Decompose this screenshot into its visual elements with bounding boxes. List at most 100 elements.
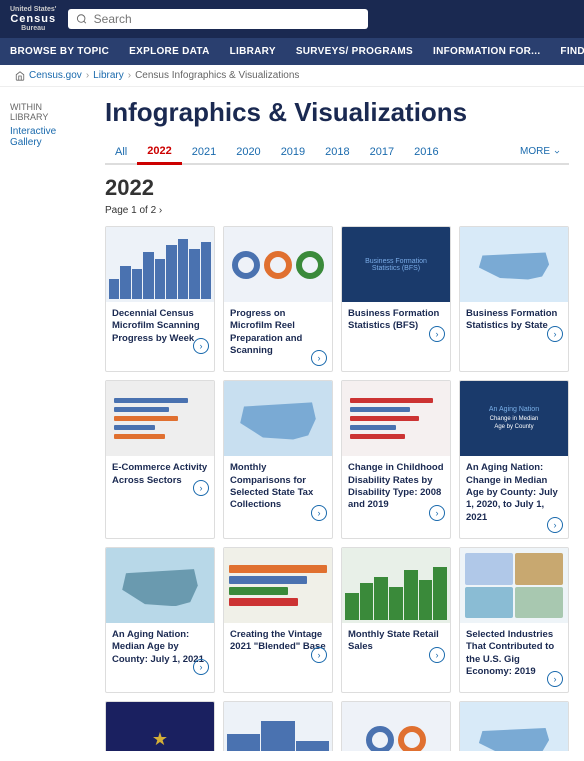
h-bar-red xyxy=(350,434,405,439)
grid-item-partial-1[interactable] xyxy=(223,701,333,751)
census-logo: United States' Census Bureau xyxy=(10,6,56,32)
nav-information-for[interactable]: INFORMATION FOR... xyxy=(423,38,550,65)
donut-circle-3 xyxy=(296,251,324,279)
grid-item-9[interactable]: Creating the Vintage 2021 "Blended" Base… xyxy=(223,547,333,693)
sidebar-within-label: WITHIN LIBRARY xyxy=(10,102,80,122)
bar xyxy=(189,249,199,299)
donut-circle-2 xyxy=(264,251,292,279)
us-map-partial-3 xyxy=(460,702,568,751)
tab-2018[interactable]: 2018 xyxy=(315,141,359,163)
arrow-icon-1[interactable]: › xyxy=(311,350,327,366)
item-title-7: An Aging Nation: Change in Median Age by… xyxy=(466,462,562,524)
arrow-icon-5[interactable]: › xyxy=(311,505,327,521)
h-bar xyxy=(350,407,410,412)
thumb-2: Business FormationStatistics (BFS) xyxy=(342,227,450,302)
arrow-icon-4[interactable]: › xyxy=(193,480,209,496)
item-info-11: Selected Industries That Contributed to … xyxy=(460,623,568,692)
grid-item-6[interactable]: Change in Childhood Disability Rates by … xyxy=(341,380,451,539)
item-title-5: Monthly Comparisons for Selected State T… xyxy=(230,462,326,511)
grid-item-1[interactable]: Progress on Microfilm Reel Preparation a… xyxy=(223,226,333,372)
h-bar-row xyxy=(114,425,206,430)
blended-bar-2 xyxy=(229,576,307,584)
h-bar-row xyxy=(350,416,442,421)
breadcrumb-census-gov[interactable]: Census.gov xyxy=(29,70,82,81)
retail-chart-10 xyxy=(342,548,450,623)
arrow-icon-6[interactable]: › xyxy=(429,505,445,521)
arrow-icon-0[interactable]: › xyxy=(193,338,209,354)
breadcrumb-sep-2: › xyxy=(128,70,131,81)
chevron-down-icon xyxy=(553,148,561,156)
search-bar[interactable] xyxy=(68,9,368,29)
grid-item-2[interactable]: Business FormationStatistics (BFS) Busin… xyxy=(341,226,451,372)
arrow-icon-10[interactable]: › xyxy=(429,647,445,663)
grid-item-0[interactable]: Decennial Census Microfilm Scanning Prog… xyxy=(105,226,215,372)
disability-bars-6 xyxy=(342,381,450,456)
item-title-6: Change in Childhood Disability Rates by … xyxy=(348,462,444,511)
mixed-item xyxy=(465,553,513,585)
items-grid-partial: ★ xyxy=(105,701,569,751)
grid-item-partial-3[interactable] xyxy=(459,701,569,751)
h-bar-orange xyxy=(114,434,165,439)
tab-2022[interactable]: 2022 xyxy=(137,140,181,165)
search-input[interactable] xyxy=(94,12,361,26)
h-bar-row xyxy=(350,425,442,430)
tab-2016[interactable]: 2016 xyxy=(404,141,448,163)
breadcrumb: Census.gov › Library › Census Infographi… xyxy=(0,65,584,87)
item-info-8: An Aging Nation: Median Age by County: J… xyxy=(106,623,214,680)
bar xyxy=(360,583,374,620)
tab-all[interactable]: All xyxy=(105,141,137,163)
h-bar-row xyxy=(114,398,206,403)
h-bars-4 xyxy=(106,381,214,456)
grid-item-10[interactable]: Monthly State Retail Sales › xyxy=(341,547,451,693)
nav-explore-data[interactable]: EXPLORE DATA xyxy=(119,38,219,65)
main-content: Infographics & Visualizations All 2022 2… xyxy=(90,87,584,761)
grid-item-partial-0[interactable]: ★ xyxy=(105,701,215,751)
bar xyxy=(143,252,153,299)
blended-bar-3 xyxy=(229,587,288,595)
donut-circle-orange xyxy=(398,726,426,752)
bar xyxy=(261,721,294,752)
tab-2020[interactable]: 2020 xyxy=(226,141,270,163)
sidebar-interactive-gallery[interactable]: Interactive Gallery xyxy=(10,126,80,148)
more-button[interactable]: MORE xyxy=(512,141,569,162)
h-bar-row xyxy=(350,398,442,403)
bar xyxy=(404,570,418,620)
bar xyxy=(296,741,329,752)
arrow-icon-9[interactable]: › xyxy=(311,647,327,663)
h-bar-row xyxy=(114,407,206,412)
h-bar xyxy=(114,398,188,403)
thumb-8 xyxy=(106,548,214,623)
tab-2019[interactable]: 2019 xyxy=(271,141,315,163)
nav-surveys-programs[interactable]: SURVEYS/ PROGRAMS xyxy=(286,38,423,65)
grid-item-11[interactable]: Selected Industries That Contributed to … xyxy=(459,547,569,693)
blended-thumb-9 xyxy=(224,548,332,623)
main-nav: BROWSE BY TOPIC EXPLORE DATA LIBRARY SUR… xyxy=(0,38,584,65)
arrow-icon-11[interactable]: › xyxy=(547,671,563,687)
grid-item-3[interactable]: Business Formation Statistics by State › xyxy=(459,226,569,372)
thumb-6 xyxy=(342,381,450,456)
thumb-1 xyxy=(224,227,332,302)
arrow-icon-8[interactable]: › xyxy=(193,659,209,675)
arrow-icon-7[interactable]: › xyxy=(547,517,563,533)
us-map-thumb-3 xyxy=(460,227,568,302)
nav-find-a-code[interactable]: FIND A CODE xyxy=(550,38,584,65)
logo-bottom-text: Bureau xyxy=(21,25,45,32)
grid-item-7[interactable]: An Aging NationChange in MedianAge by Co… xyxy=(459,380,569,539)
grid-item-5[interactable]: Monthly Comparisons for Selected State T… xyxy=(223,380,333,539)
year-heading: 2022 xyxy=(105,175,569,201)
h-bar-row xyxy=(350,434,442,439)
arrow-icon-3[interactable]: › xyxy=(547,326,563,342)
tab-2021[interactable]: 2021 xyxy=(182,141,226,163)
arrow-icon-2[interactable]: › xyxy=(429,326,445,342)
breadcrumb-library[interactable]: Library xyxy=(93,70,124,81)
item-info-9: Creating the Vintage 2021 "Blended" Base… xyxy=(224,623,332,668)
donut-circle xyxy=(366,726,394,752)
nav-browse-by-topic[interactable]: BROWSE BY TOPIC xyxy=(0,38,119,65)
grid-item-8[interactable]: An Aging Nation: Median Age by County: J… xyxy=(105,547,215,693)
grid-item-4[interactable]: E-Commerce Activity Across Sectors › xyxy=(105,380,215,539)
nav-library[interactable]: LIBRARY xyxy=(220,38,286,65)
bar xyxy=(433,567,447,621)
donut-circle-1 xyxy=(232,251,260,279)
grid-item-partial-2[interactable] xyxy=(341,701,451,751)
tab-2017[interactable]: 2017 xyxy=(360,141,404,163)
